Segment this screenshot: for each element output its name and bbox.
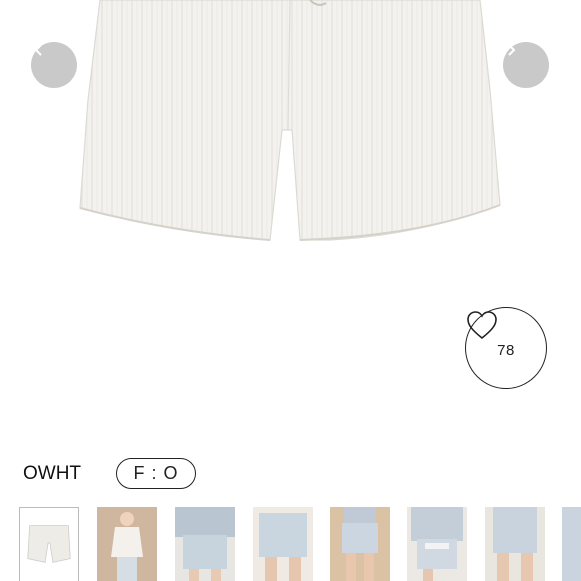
size-option-label: F : O xyxy=(133,463,179,483)
thumbnail-2[interactable] xyxy=(97,507,157,581)
thumbnail-image xyxy=(20,508,78,581)
product-main-image: 78 xyxy=(0,0,581,440)
size-option-chip[interactable]: F : O xyxy=(116,458,196,489)
carousel-next-button[interactable] xyxy=(503,42,549,88)
carousel-prev-button[interactable] xyxy=(31,42,77,88)
thumbnail-image xyxy=(485,507,545,581)
thumbnail-image xyxy=(97,507,157,581)
thumbnail-image xyxy=(330,507,390,581)
color-code-label: OWHT xyxy=(23,463,82,484)
thumbnail-4[interactable] xyxy=(253,507,313,581)
thumbnail-3[interactable] xyxy=(175,507,235,581)
thumbnail-1[interactable] xyxy=(19,507,79,581)
like-button[interactable]: 78 xyxy=(465,307,547,389)
thumbnail-strip xyxy=(0,505,581,581)
thumbnail-6[interactable] xyxy=(407,507,467,581)
thumbnail-image xyxy=(175,507,235,581)
thumbnail-image xyxy=(253,507,313,581)
chevron-left-icon xyxy=(34,44,42,56)
thumbnail-5[interactable] xyxy=(330,507,390,581)
like-count: 78 xyxy=(497,341,515,359)
thumbnail-7[interactable] xyxy=(485,507,545,581)
thumbnail-8[interactable] xyxy=(562,507,581,581)
thumbnail-image xyxy=(407,507,467,581)
thumbnail-image xyxy=(562,507,581,581)
chevron-right-icon xyxy=(508,44,516,56)
heart-icon xyxy=(467,311,497,340)
